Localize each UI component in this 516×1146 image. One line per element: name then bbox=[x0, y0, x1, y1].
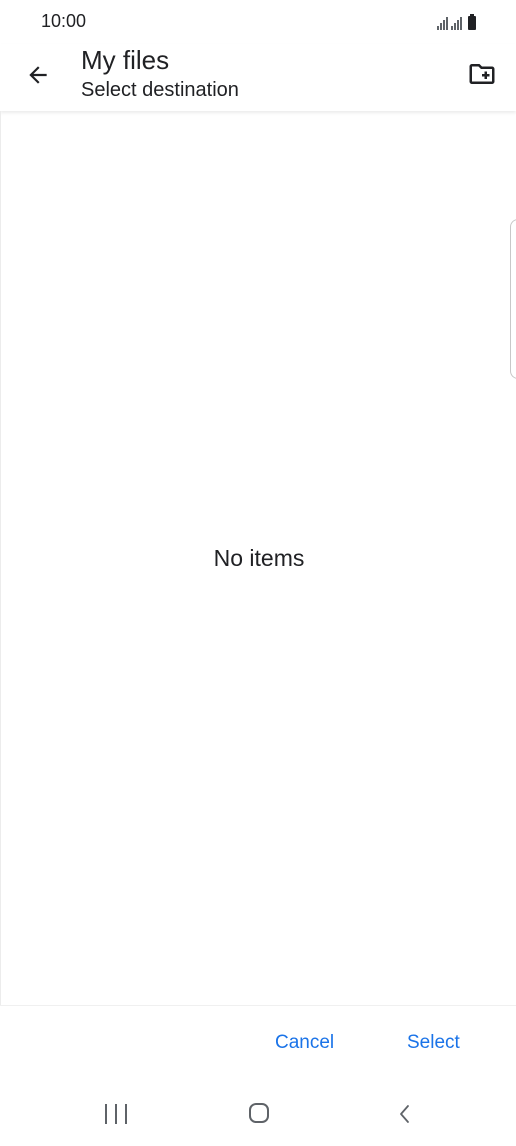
file-list-area: No items bbox=[0, 111, 516, 1005]
page-title: My files bbox=[81, 45, 170, 75]
back-icon[interactable] bbox=[393, 1102, 417, 1126]
arrow-back-icon bbox=[29, 66, 47, 84]
back-button[interactable] bbox=[22, 59, 54, 91]
recent-apps-icon[interactable] bbox=[105, 1104, 127, 1124]
new-folder-button[interactable] bbox=[466, 58, 498, 90]
app-bar: My files Select destination bbox=[0, 44, 516, 111]
create-new-folder-icon bbox=[469, 64, 495, 84]
status-icons bbox=[437, 12, 476, 30]
scroll-handle[interactable] bbox=[510, 219, 516, 379]
home-icon[interactable] bbox=[249, 1103, 269, 1123]
empty-state-message: No items bbox=[213, 545, 305, 571]
cancel-button[interactable]: Cancel bbox=[275, 1032, 334, 1054]
status-time: 10:00 bbox=[41, 11, 87, 31]
signal-icon bbox=[437, 16, 448, 30]
signal-icon bbox=[451, 16, 462, 30]
battery-icon bbox=[468, 14, 476, 30]
status-bar: 10:00 bbox=[0, 0, 516, 44]
select-button[interactable]: Select bbox=[407, 1032, 460, 1054]
action-bar: Cancel Select bbox=[0, 1005, 516, 1080]
page-subtitle: Select destination bbox=[81, 79, 239, 101]
system-nav-bar bbox=[0, 1080, 516, 1146]
